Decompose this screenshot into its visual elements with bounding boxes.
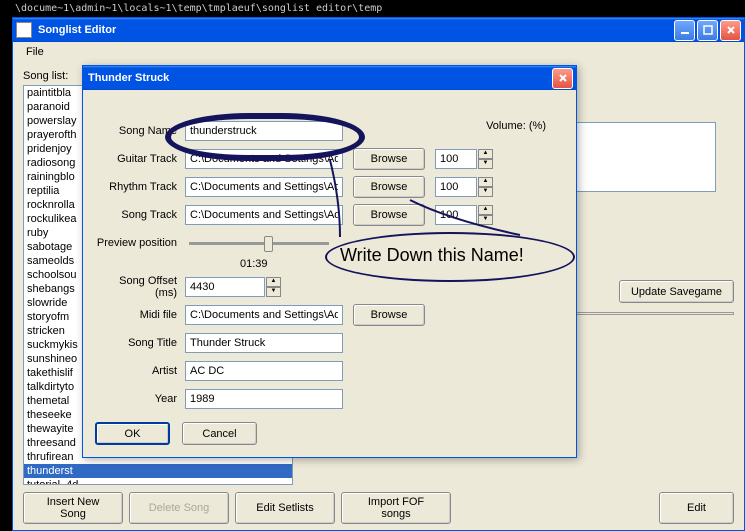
spinner-up-icon[interactable]: ▲ (478, 149, 493, 159)
spinner-down-icon[interactable]: ▼ (478, 187, 493, 197)
insert-new-song-button[interactable]: Insert New Song (23, 492, 123, 524)
volume-label: Volume: (%) (486, 120, 546, 132)
midi-file-input[interactable] (185, 305, 343, 325)
preview-time-label: 01:39 (240, 258, 564, 270)
minimize-button[interactable] (674, 20, 695, 41)
midi-browse-button[interactable]: Browse (353, 304, 425, 326)
main-titlebar: Songlist Editor (13, 18, 744, 42)
year-label: Year (95, 393, 185, 405)
dialog-title: Thunder Struck (86, 72, 552, 84)
guitar-volume-input[interactable] (435, 149, 477, 169)
file-menu[interactable]: File (18, 44, 52, 60)
dialog-close-button[interactable] (552, 68, 573, 89)
app-icon (16, 22, 32, 38)
spinner-down-icon[interactable]: ▼ (266, 287, 281, 297)
song-offset-label: Song Offset (ms) (95, 275, 185, 299)
artist-label: Artist (95, 365, 185, 377)
rhythm-track-label: Rhythm Track (95, 181, 185, 193)
edit-setlists-button[interactable]: Edit Setlists (235, 492, 335, 524)
song-offset-input[interactable] (185, 277, 265, 297)
year-input[interactable] (185, 389, 343, 409)
list-item[interactable]: tutorial_4d (24, 478, 292, 485)
maximize-button[interactable] (697, 20, 718, 41)
ok-button[interactable]: OK (95, 422, 170, 445)
background-path: \docume~1\admin~1\locals~1\temp\tmplaeuf… (15, 3, 382, 14)
spinner-up-icon[interactable]: ▲ (478, 177, 493, 187)
rhythm-browse-button[interactable]: Browse (353, 176, 425, 198)
delete-song-button[interactable]: Delete Song (129, 492, 229, 524)
song-name-label: Song Name (95, 125, 185, 137)
spinner-up-icon[interactable]: ▲ (266, 277, 281, 287)
close-button[interactable] (720, 20, 741, 41)
edit-button[interactable]: Edit (659, 492, 734, 524)
spinner-up-icon[interactable]: ▲ (478, 205, 493, 215)
preview-slider[interactable] (189, 242, 329, 245)
preview-position-label: Preview position (95, 237, 185, 249)
guitar-track-input[interactable] (185, 149, 343, 169)
cancel-button[interactable]: Cancel (182, 422, 257, 445)
song-track-label: Song Track (95, 209, 185, 221)
artist-input[interactable] (185, 361, 343, 381)
volume-panel (556, 122, 716, 192)
guitar-track-label: Guitar Track (95, 153, 185, 165)
songlist-label: Song list: (23, 70, 68, 82)
spinner-down-icon[interactable]: ▼ (478, 215, 493, 225)
song-edit-dialog: Thunder Struck Volume: (%) Song Name Gui… (82, 65, 577, 458)
import-fof-songs-button[interactable]: Import FOF songs (341, 492, 451, 524)
rhythm-track-input[interactable] (185, 177, 343, 197)
song-browse-button[interactable]: Browse (353, 204, 425, 226)
spinner-down-icon[interactable]: ▼ (478, 159, 493, 169)
menubar: File (13, 42, 744, 62)
bottom-button-bar: Insert New Song Delete Song Edit Setlist… (23, 492, 734, 524)
window-title: Songlist Editor (36, 24, 674, 36)
midi-file-label: Midi file (95, 309, 185, 321)
dialog-titlebar: Thunder Struck (83, 66, 576, 90)
slider-thumb[interactable] (264, 236, 273, 252)
list-item[interactable]: thunderst (24, 464, 292, 478)
song-volume-input[interactable] (435, 205, 477, 225)
song-name-input[interactable] (185, 121, 343, 141)
update-savegame-button[interactable]: Update Savegame (619, 280, 734, 303)
guitar-browse-button[interactable]: Browse (353, 148, 425, 170)
rhythm-volume-input[interactable] (435, 177, 477, 197)
song-title-label: Song Title (95, 337, 185, 349)
song-track-input[interactable] (185, 205, 343, 225)
song-title-input[interactable] (185, 333, 343, 353)
